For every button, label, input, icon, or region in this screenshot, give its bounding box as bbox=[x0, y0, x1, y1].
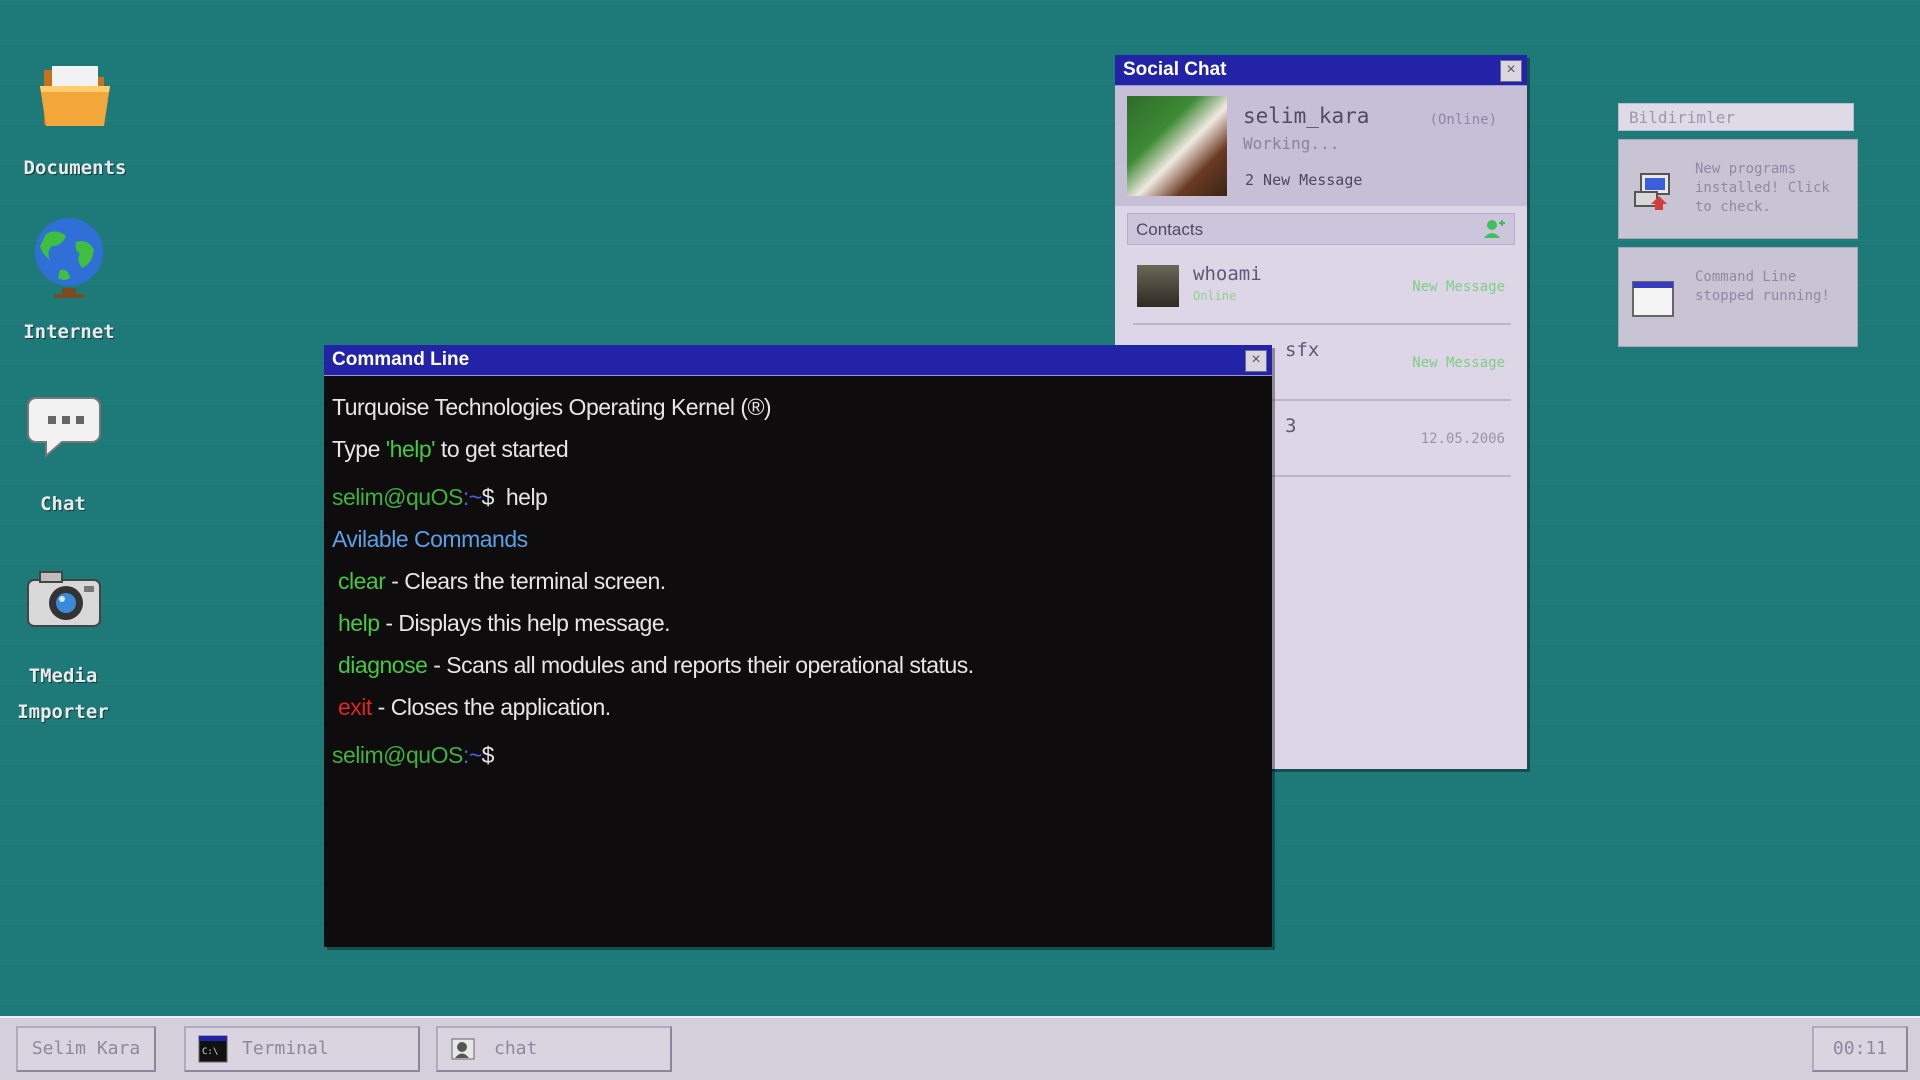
command-name: exit bbox=[338, 694, 372, 720]
command-entry: help - Displays this help message. bbox=[332, 602, 1264, 644]
command-entry: clear - Clears the terminal screen. bbox=[332, 560, 1264, 602]
contact-new-message: New Message bbox=[1412, 355, 1505, 371]
command-name: help bbox=[338, 610, 380, 636]
prompt-user: selim@quOS bbox=[332, 742, 463, 768]
contact-item[interactable]: whoami Online New Message bbox=[1133, 251, 1511, 325]
taskbar: Selim Kara C:\ Terminal chat 00:11 bbox=[0, 1016, 1920, 1080]
terminal-input-line[interactable]: selim@quOS:~$ bbox=[332, 734, 1264, 776]
entered-command: help bbox=[505, 484, 548, 510]
notifications-panel: Bildirimler New programs installed! Clic… bbox=[1618, 103, 1864, 347]
desktop-icon-documents[interactable]: Documents bbox=[0, 48, 150, 186]
close-button[interactable]: × bbox=[1500, 60, 1522, 82]
clock-time: 00:11 bbox=[1832, 1038, 1888, 1059]
close-icon: × bbox=[1251, 351, 1261, 368]
notification-item[interactable]: New programs installed! Click to check. bbox=[1618, 139, 1858, 239]
profile-username: selim_kara bbox=[1243, 104, 1370, 128]
new-message-count[interactable]: 2 New Message bbox=[1245, 171, 1362, 189]
terminal-output[interactable]: Turquoise Technologies Operating Kernel … bbox=[324, 376, 1272, 786]
folder-icon bbox=[40, 66, 110, 126]
desktop-icon-chat[interactable]: Chat bbox=[0, 384, 138, 522]
taskbar-item-terminal[interactable]: C:\ Terminal bbox=[184, 1026, 420, 1072]
taskbar-item-label: chat bbox=[494, 1038, 538, 1059]
notification-text: Command Line stopped running! bbox=[1695, 269, 1830, 304]
command-description: - Clears the terminal screen. bbox=[385, 568, 666, 594]
close-button[interactable]: × bbox=[1245, 350, 1267, 372]
command-entry: exit - Closes the application. bbox=[332, 686, 1264, 728]
prompt-symbol: $ bbox=[481, 484, 495, 510]
window-title: Command Line bbox=[332, 349, 470, 370]
desktop-icon-label: Chat bbox=[40, 493, 86, 515]
prompt-path: :~ bbox=[462, 742, 482, 768]
terminal-prompt-line: selim@quOS:~$ help bbox=[332, 476, 1264, 518]
notifications-title: Bildirimler bbox=[1618, 103, 1854, 131]
command-description: - Displays this help message. bbox=[379, 610, 670, 636]
profile-status: Working... bbox=[1243, 134, 1340, 153]
contact-name: 3 bbox=[1285, 415, 1297, 437]
terminal-hint: Type 'help' to get started bbox=[332, 428, 1264, 470]
chat-bubble-icon bbox=[27, 397, 101, 459]
prompt-user: selim@quOS bbox=[332, 484, 463, 510]
social-chat-titlebar[interactable]: Social Chat × bbox=[1115, 55, 1527, 86]
terminal-icon: C:\ bbox=[198, 1035, 228, 1063]
desktop-icon-label: Documents bbox=[23, 157, 127, 179]
command-name: diagnose bbox=[338, 652, 428, 678]
hint-prefix: Type bbox=[332, 436, 386, 462]
desktop-icon-label: TMedia Importer bbox=[17, 665, 109, 723]
command-line-titlebar[interactable]: Command Line × bbox=[324, 345, 1272, 376]
contact-presence: Online bbox=[1193, 289, 1237, 303]
command-description: - Scans all modules and reports their op… bbox=[427, 652, 974, 678]
contact-name: sfx bbox=[1285, 339, 1320, 361]
notification-text: New programs installed! Click to check. bbox=[1695, 161, 1830, 215]
taskbar-clock[interactable]: 00:11 bbox=[1812, 1026, 1908, 1072]
desktop-icon-label: Internet bbox=[23, 321, 115, 343]
user-button-label: Selim Kara bbox=[31, 1038, 141, 1059]
svg-text:C:\: C:\ bbox=[202, 1047, 218, 1057]
contact-name: whoami bbox=[1193, 263, 1262, 285]
contacts-label: Contacts bbox=[1136, 220, 1204, 239]
prompt-symbol: $ bbox=[481, 742, 495, 768]
command-entry: diagnose - Scans all modules and reports… bbox=[332, 644, 1264, 686]
notification-item[interactable]: Command Line stopped running! bbox=[1618, 247, 1858, 347]
installer-icon bbox=[1634, 173, 1670, 210]
taskbar-item-label: Terminal bbox=[242, 1038, 329, 1059]
camera-icon bbox=[27, 571, 101, 627]
command-line-window[interactable]: Command Line × Turquoise Technologies Op… bbox=[324, 345, 1272, 947]
avatar[interactable] bbox=[1127, 96, 1227, 196]
globe-icon bbox=[35, 218, 103, 298]
contacts-header: Contacts bbox=[1127, 213, 1515, 245]
command-description: - Closes the application. bbox=[371, 694, 611, 720]
commands-heading: Avilable Commands bbox=[332, 526, 528, 552]
hint-command: 'help' bbox=[385, 436, 436, 462]
terminal-banner: Turquoise Technologies Operating Kernel … bbox=[332, 386, 1264, 428]
desktop-icon-internet[interactable]: Internet bbox=[0, 212, 144, 350]
banner-text: Turquoise Technologies Operating Kernel … bbox=[332, 394, 772, 420]
contact-last-seen: 12.05.2006 bbox=[1420, 431, 1505, 447]
contact-new-message: New Message bbox=[1412, 279, 1505, 295]
presence-status: (Online) bbox=[1429, 112, 1497, 128]
chat-app-icon bbox=[451, 1038, 475, 1060]
window-title: Social Chat bbox=[1123, 59, 1227, 80]
close-icon: × bbox=[1506, 61, 1516, 78]
desktop-icon-tmedia-importer[interactable]: TMedia Importer bbox=[0, 556, 138, 730]
add-contact-icon[interactable] bbox=[1482, 218, 1506, 240]
taskbar-item-chat[interactable]: chat bbox=[436, 1026, 672, 1072]
hint-suffix: to get started bbox=[435, 436, 569, 462]
prompt-path: :~ bbox=[462, 484, 482, 510]
start-user-button[interactable]: Selim Kara bbox=[16, 1026, 156, 1072]
contact-avatar bbox=[1137, 265, 1179, 307]
window-icon bbox=[1632, 281, 1674, 317]
command-name: clear bbox=[338, 568, 386, 594]
